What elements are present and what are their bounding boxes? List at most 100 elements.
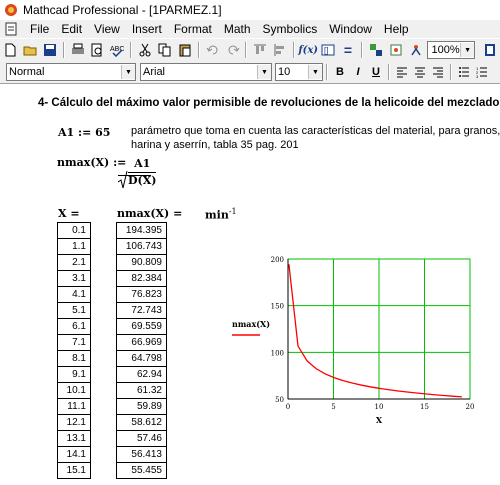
nmax-value-cell: 72.743 xyxy=(117,303,167,319)
align-left-icon[interactable] xyxy=(271,41,289,59)
nmax-value-cell: 106.743 xyxy=(117,239,167,255)
new-icon[interactable] xyxy=(1,41,19,59)
worksheet[interactable]: 4- Cálculo del máximo valor permisible d… xyxy=(0,84,500,485)
toolbar-separator xyxy=(293,42,296,58)
underline-button[interactable]: U xyxy=(368,63,384,81)
align-top-icon[interactable] xyxy=(251,41,269,59)
x-value-cell: 0.1 xyxy=(58,223,91,239)
x-axis-label: X xyxy=(376,415,383,425)
italic-button[interactable]: I xyxy=(350,63,366,81)
nmax-values-table[interactable]: 194.395 106.743 90.809 82.384 76.823 72.743 69… xyxy=(116,222,167,479)
toolbar-separator xyxy=(360,42,363,58)
nmax-value-cell: 66.969 xyxy=(117,335,167,351)
y-tick-label: 200 xyxy=(271,256,284,264)
menu-symbolics[interactable]: Symbolics xyxy=(257,22,324,36)
document-icon[interactable] xyxy=(4,22,18,36)
unit-label: min-1 xyxy=(205,207,237,222)
x-tick-label: 0 xyxy=(286,403,290,411)
nmax-plot[interactable]: 0 5 10 15 20 50 100 150 200 Xnmax(X) xyxy=(230,249,490,429)
x-value-cell: 14.1 xyxy=(58,447,91,463)
help-icon[interactable] xyxy=(481,41,499,59)
menu-view[interactable]: View xyxy=(88,22,126,36)
menu-file[interactable]: File xyxy=(24,22,55,36)
nmax-value-cell: 62.94 xyxy=(117,367,167,383)
nmax-value-cell: 69.559 xyxy=(117,319,167,335)
svg-text:3: 3 xyxy=(476,74,479,78)
title-bar: Mathcad Professional - [1PARMEZ.1] xyxy=(0,0,500,20)
print-icon[interactable] xyxy=(69,41,87,59)
a1-description: parámetro que toma en cuenta las caracte… xyxy=(131,125,500,151)
redo-icon[interactable] xyxy=(224,41,242,59)
toolbar-separator xyxy=(326,64,328,80)
unit-text: min xyxy=(205,208,229,222)
svg-text:[]: [] xyxy=(324,46,328,55)
x-value-cell: 6.1 xyxy=(58,319,91,335)
font-size-select[interactable]: 10 ▼ xyxy=(275,63,323,81)
x-value-cell: 1.1 xyxy=(58,239,91,255)
y-tick-label: 50 xyxy=(275,396,284,404)
menu-help[interactable]: Help xyxy=(378,22,415,36)
open-icon[interactable] xyxy=(21,41,39,59)
align-center-text-icon[interactable] xyxy=(412,63,428,81)
paste-icon[interactable] xyxy=(176,41,194,59)
cut-icon[interactable] xyxy=(136,41,154,59)
spell-check-icon[interactable]: ABC xyxy=(108,41,126,59)
zoom-select[interactable]: 100% ▼ xyxy=(427,41,476,59)
svg-text:ABC: ABC xyxy=(110,46,124,53)
x-value-cell: 9.1 xyxy=(58,367,91,383)
nmax-value-cell: 76.823 xyxy=(117,287,167,303)
y-tick-label: 100 xyxy=(271,349,284,357)
chevron-down-icon[interactable]: ▼ xyxy=(121,65,135,79)
y-axis-label: nmax(X) xyxy=(232,319,270,329)
nmax-lhs-text: nmax(X) := xyxy=(57,156,127,169)
x-value-cell: 5.1 xyxy=(58,303,91,319)
numbered-list-icon[interactable]: 123 xyxy=(474,63,490,81)
x-value-cell: 15.1 xyxy=(58,463,91,479)
chevron-down-icon[interactable]: ▼ xyxy=(308,65,322,79)
chevron-down-icon[interactable]: ▼ xyxy=(460,43,475,57)
undo-icon[interactable] xyxy=(204,41,222,59)
x-value-cell: 3.1 xyxy=(58,271,91,287)
nmax-table-label: nmax(X) = xyxy=(117,207,182,220)
menu-edit[interactable]: Edit xyxy=(55,22,88,36)
menu-bar: File Edit View Insert Format Math Symbol… xyxy=(0,20,500,38)
x-tick-label: 5 xyxy=(331,403,335,411)
window-title: Mathcad Professional - [1PARMEZ.1] xyxy=(23,3,222,17)
style-select[interactable]: Normal ▼ xyxy=(6,63,136,81)
fraction-bar xyxy=(118,175,151,176)
calculate-icon[interactable]: = xyxy=(339,41,357,59)
menu-format[interactable]: Format xyxy=(168,22,218,36)
y-tick-label: 150 xyxy=(271,303,284,311)
copy-icon[interactable] xyxy=(156,41,174,59)
resources-icon[interactable] xyxy=(387,41,405,59)
a1-definition[interactable]: A1 := 65 xyxy=(58,126,110,139)
font-select[interactable]: Arial ▼ xyxy=(140,63,272,81)
toolbar-separator xyxy=(388,64,390,80)
run-icon[interactable] xyxy=(407,41,425,59)
nmax-definition-rhs[interactable]: A1 D(X) xyxy=(118,157,157,189)
menu-window[interactable]: Window xyxy=(323,22,378,36)
toolbar-separator xyxy=(197,42,200,58)
font-size-value: 10 xyxy=(278,66,291,78)
x-values-table[interactable]: 0.1 1.1 2.1 3.1 4.1 5.1 6.1 7.1 8.1 9.1 10.1 11.1 12… xyxy=(57,222,91,479)
x-value-cell: 8.1 xyxy=(58,351,91,367)
toolbar-separator xyxy=(450,64,452,80)
zoom-value: 100% xyxy=(431,44,460,56)
align-right-text-icon[interactable] xyxy=(430,63,446,81)
x-table-label: X = xyxy=(58,207,80,220)
align-left-text-icon[interactable] xyxy=(394,63,410,81)
bullet-list-icon[interactable] xyxy=(456,63,472,81)
toolbar-separator xyxy=(130,42,133,58)
print-preview-icon[interactable] xyxy=(88,41,106,59)
save-icon[interactable] xyxy=(41,41,59,59)
insert-component-icon[interactable] xyxy=(367,41,385,59)
bold-button[interactable]: B xyxy=(332,63,348,81)
nmax-numerator: A1 xyxy=(134,157,151,170)
insert-function-icon[interactable]: f(x) xyxy=(298,41,318,59)
nmax-definition-lhs[interactable]: nmax(X) := xyxy=(57,156,126,169)
insert-unit-icon[interactable]: [] xyxy=(319,41,337,59)
chevron-down-icon[interactable]: ▼ xyxy=(257,65,271,79)
menu-insert[interactable]: Insert xyxy=(126,22,168,36)
menu-math[interactable]: Math xyxy=(218,22,257,36)
toolbar-separator xyxy=(62,42,65,58)
